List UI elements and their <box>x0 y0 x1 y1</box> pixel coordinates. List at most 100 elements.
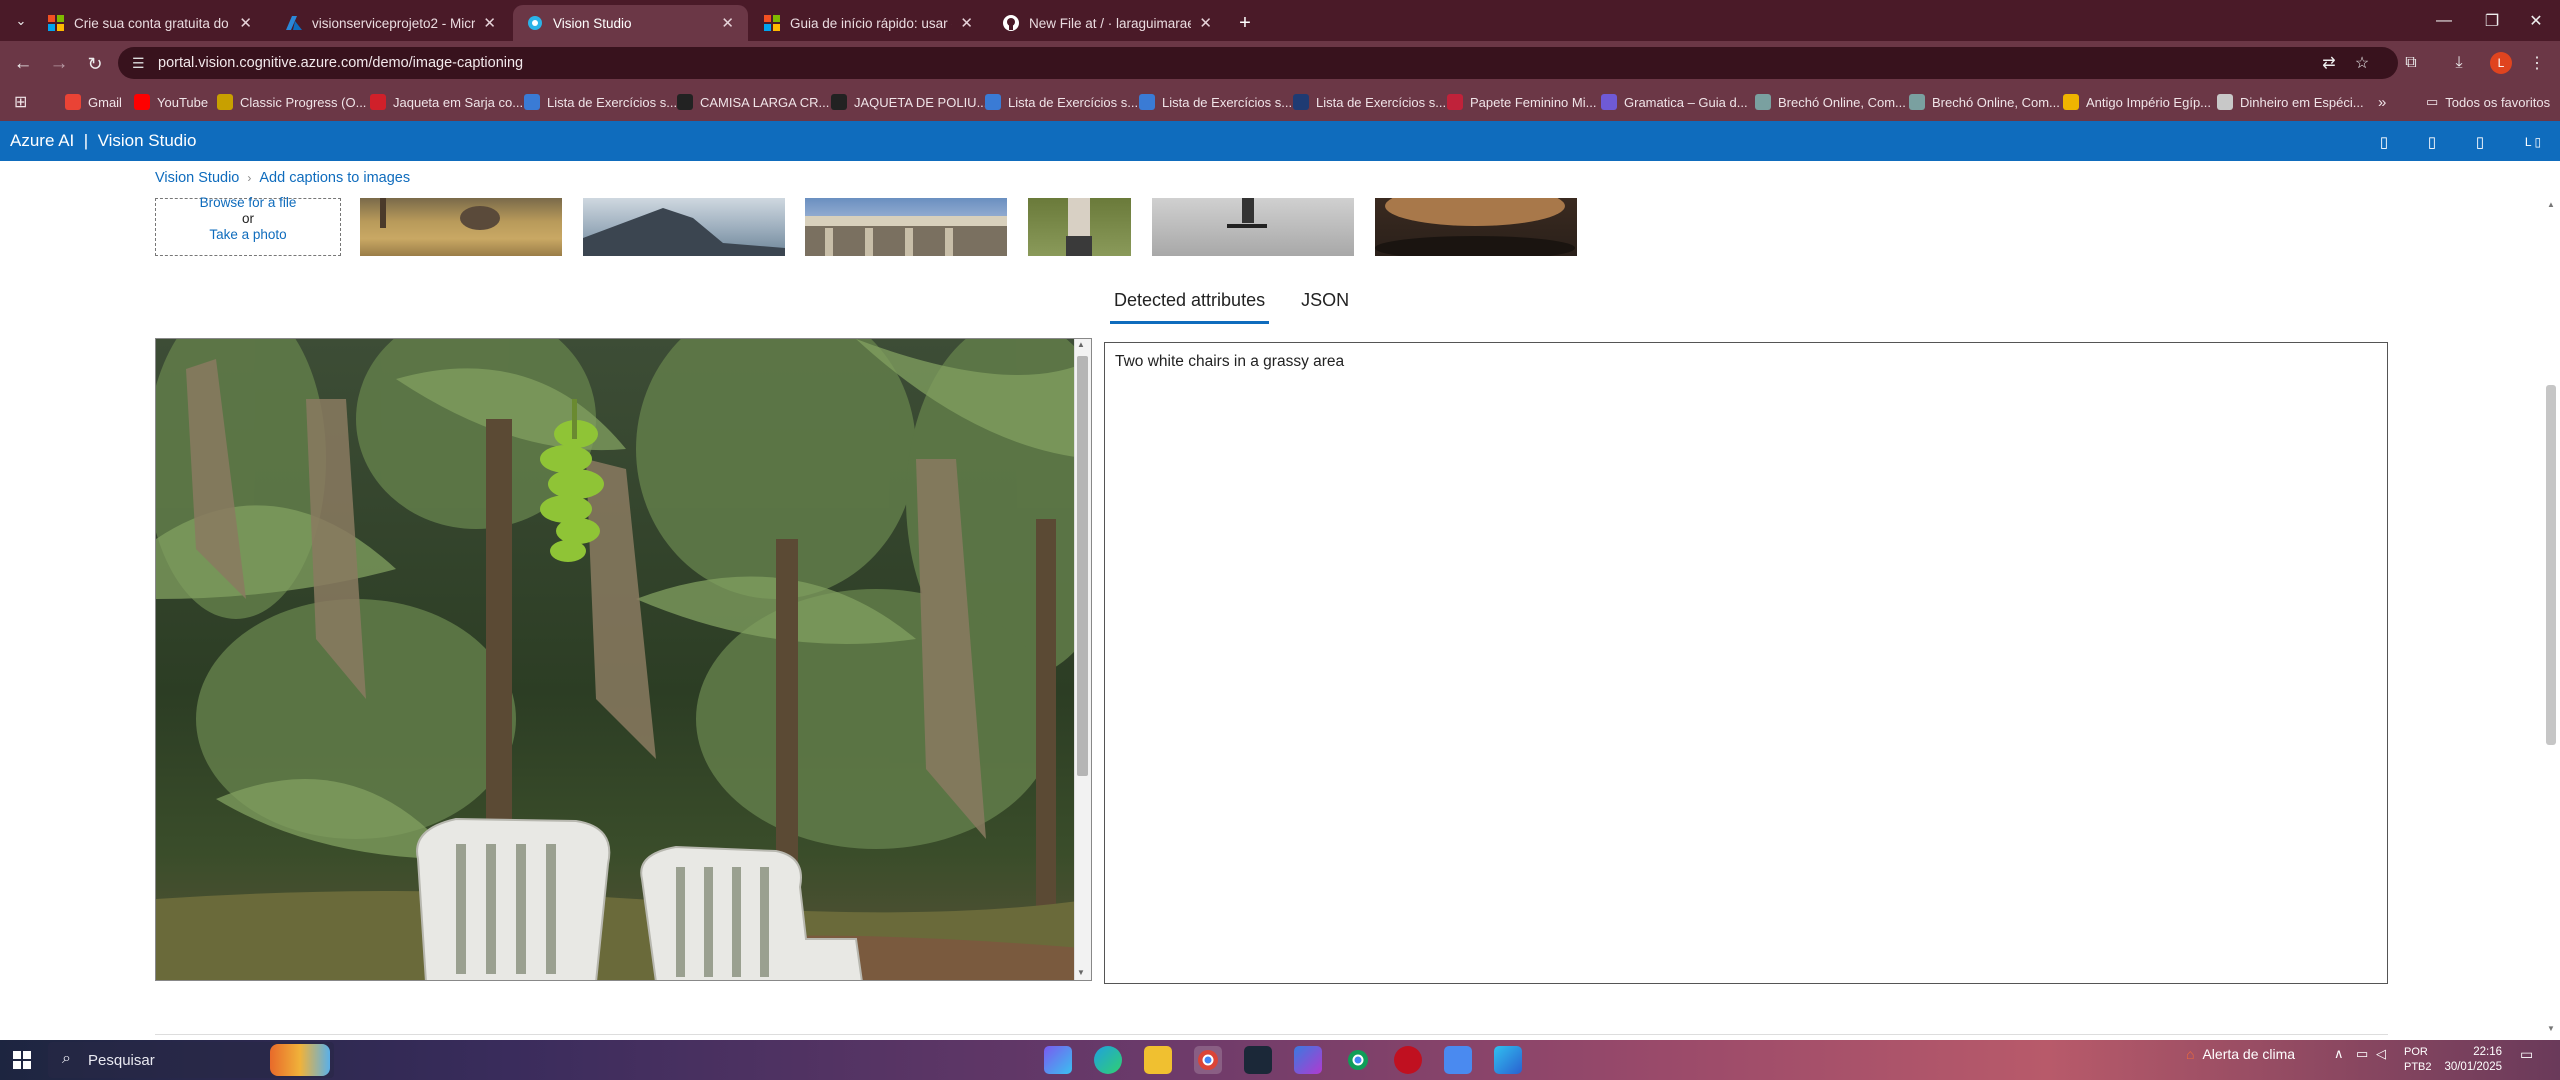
take-photo-link[interactable]: Take a photo <box>156 227 340 242</box>
sample-image-thumbnail[interactable] <box>1152 198 1354 256</box>
bookmark-item[interactable]: Lista de Exercícios s... <box>1139 89 1292 115</box>
app-icon[interactable] <box>1444 1046 1472 1074</box>
tab-detected-attributes[interactable]: Detected attributes <box>1110 290 1270 324</box>
download-icon[interactable]: ⤓ <box>2446 51 2472 75</box>
bookmark-item[interactable]: Jaqueta em Sarja co... <box>370 89 523 115</box>
tab-search-chevron-icon[interactable]: ⌄ <box>6 6 36 36</box>
office-icon[interactable] <box>1294 1046 1322 1074</box>
scroll-down-arrow-icon[interactable]: ▼ <box>1077 968 1085 977</box>
notifications-icon[interactable]: ▭ <box>2520 1046 2533 1063</box>
browser-tab-4[interactable]: Guia de início rápido: usar o serviço ✕ <box>750 5 987 41</box>
breadcrumb-current[interactable]: Add captions to images <box>259 170 410 186</box>
close-icon[interactable]: ✕ <box>1191 14 1212 32</box>
browser-tab-5[interactable]: New File at / · laraguimaraess/laraguima… <box>989 5 1226 41</box>
close-icon[interactable]: ✕ <box>475 14 496 32</box>
bookmark-item[interactable]: Dinheiro em Espéci... <box>2217 89 2364 115</box>
edge-icon[interactable] <box>1094 1046 1122 1074</box>
taskbar-search[interactable]: ⌕ Pesquisar <box>48 1042 334 1078</box>
restore-icon[interactable]: ❐ <box>2468 0 2516 41</box>
bookmark-item[interactable]: Lista de Exercícios s... <box>1293 89 1446 115</box>
menu-kebab-icon[interactable]: ⋮ <box>2524 51 2550 75</box>
search-icon: ⌕ <box>62 1050 71 1067</box>
bookmarks-overflow-chevron-icon[interactable]: » <box>2378 89 2386 115</box>
copilot-icon[interactable] <box>1044 1046 1072 1074</box>
profile-avatar[interactable]: L <box>2490 52 2512 74</box>
bookmark-item[interactable]: Brechó Online, Com... <box>1755 89 1906 115</box>
bookmark-favicon-icon <box>2217 94 2233 110</box>
azure-icon <box>286 15 302 31</box>
minimize-icon[interactable]: — <box>2420 0 2468 41</box>
translate-icon[interactable]: ⇄ <box>2316 51 2342 75</box>
taskbar-search-placeholder: Pesquisar <box>88 1051 155 1069</box>
bookmark-item[interactable]: Papete Feminino Mi... <box>1447 89 1596 115</box>
app-header: Azure AI | Vision Studio <box>0 121 2560 161</box>
network-icon[interactable]: ▭ <box>2356 1046 2368 1062</box>
bookmark-item[interactable]: CAMISA LARGA CR... <box>677 89 829 115</box>
windows-taskbar <box>0 1040 2560 1080</box>
bookmark-star-icon[interactable]: ☆ <box>2349 51 2375 75</box>
browser-tab-2[interactable]: visionserviceprojeto2 - Microsoft ✕ <box>272 5 510 41</box>
close-icon[interactable]: ✕ <box>231 14 252 32</box>
bookmark-item[interactable]: JAQUETA DE POLIU... <box>831 89 987 115</box>
browser-tab-3[interactable]: Vision Studio ✕ <box>513 5 748 41</box>
clock[interactable]: 22:16 30/01/2025 <box>2440 1045 2502 1075</box>
banana-garden-chairs-image <box>156 339 1091 980</box>
image-scrollbar-thumb[interactable] <box>1077 356 1088 776</box>
bookmark-item[interactable]: Antigo Império Egíp... <box>2063 89 2211 115</box>
microsoft-icon <box>48 15 64 31</box>
app-icon[interactable] <box>1494 1046 1522 1074</box>
scroll-down-arrow-icon[interactable]: ▼ <box>2547 1024 2555 1033</box>
notification-icon[interactable]: ▯ <box>2370 128 2398 156</box>
language-indicator[interactable]: POR PTB2 <box>2404 1045 2432 1075</box>
bookmark-item[interactable]: Lista de Exercícios s... <box>985 89 1138 115</box>
bookmark-item[interactable]: Gmail <box>65 89 122 115</box>
breadcrumb-link-vision-studio[interactable]: Vision Studio <box>155 170 239 186</box>
all-bookmarks-folder[interactable]: ▭ Todos os favoritos <box>2426 89 2550 115</box>
sample-image-thumbnail[interactable] <box>583 198 785 256</box>
vision-studio-icon <box>527 15 543 31</box>
upload-dropzone[interactable]: Browse for a file or Take a photo <box>155 195 341 256</box>
sample-image-thumbnail[interactable] <box>360 198 562 256</box>
browser-tab-1[interactable]: Crie sua conta gratuita do Azure ✕ <box>34 5 266 41</box>
browse-file-link[interactable]: Browse for a file <box>156 195 340 210</box>
sample-image-thumbnail[interactable] <box>1375 198 1577 256</box>
chrome-active-icon[interactable] <box>1194 1046 1222 1074</box>
weather-widget[interactable]: ⌂ Alerta de clima <box>2186 1046 2295 1062</box>
volume-icon[interactable]: ◁ <box>2376 1046 2386 1062</box>
windows-start-icon[interactable] <box>8 1046 36 1074</box>
address-bar[interactable]: ☰ portal.vision.cognitive.azure.com/demo… <box>118 47 2398 79</box>
extensions-icon[interactable]: ⧉ <box>2398 51 2424 75</box>
bookmark-item[interactable]: Classic Progress (O... <box>217 89 366 115</box>
scroll-up-arrow-icon[interactable]: ▲ <box>1077 340 1085 349</box>
scroll-up-arrow-icon[interactable]: ▲ <box>2547 200 2555 209</box>
sample-image-thumbnail[interactable] <box>1028 198 1131 256</box>
account-icon[interactable]: L ▯ <box>2510 128 2556 156</box>
settings-icon[interactable]: ▯ <box>2418 128 2446 156</box>
steam-icon[interactable] <box>1244 1046 1272 1074</box>
back-arrow-icon[interactable]: ← <box>8 49 38 79</box>
window-close-icon[interactable]: ✕ <box>2512 0 2560 41</box>
close-icon[interactable]: ✕ <box>713 14 734 32</box>
help-icon[interactable]: ▯ <box>2466 128 2494 156</box>
app-icon[interactable] <box>1394 1046 1422 1074</box>
new-tab-button[interactable]: + <box>1228 5 1262 41</box>
bookmark-item[interactable]: Gramatica – Guia d... <box>1601 89 1748 115</box>
reload-icon[interactable]: ↻ <box>80 49 110 79</box>
bookmark-item[interactable]: Lista de Exercícios s... <box>524 89 677 115</box>
tab-title: Vision Studio <box>553 15 632 31</box>
site-info-icon[interactable]: ☰ <box>132 55 145 72</box>
page-scrollbar-thumb[interactable] <box>2546 385 2556 745</box>
tray-chevron-icon[interactable]: ∧ <box>2334 1046 2344 1062</box>
bookmark-item[interactable]: Brechó Online, Com... <box>1909 89 2060 115</box>
forward-arrow-icon[interactable]: → <box>44 49 74 79</box>
close-icon[interactable]: ✕ <box>952 14 973 32</box>
bookmark-item[interactable]: YouTube <box>134 89 208 115</box>
bookmark-favicon-icon <box>1293 94 1309 110</box>
tab-title: New File at / · laraguimaraess/laraguima… <box>1029 15 1192 31</box>
chrome-icon[interactable] <box>1344 1046 1372 1074</box>
app-brand[interactable]: Azure AI | Vision Studio <box>10 131 197 151</box>
sample-image-thumbnail[interactable] <box>805 198 1007 256</box>
tab-json[interactable]: JSON <box>1297 290 1353 324</box>
apps-grid-icon[interactable]: ⊞ <box>14 89 27 115</box>
file-explorer-icon[interactable] <box>1144 1046 1172 1074</box>
